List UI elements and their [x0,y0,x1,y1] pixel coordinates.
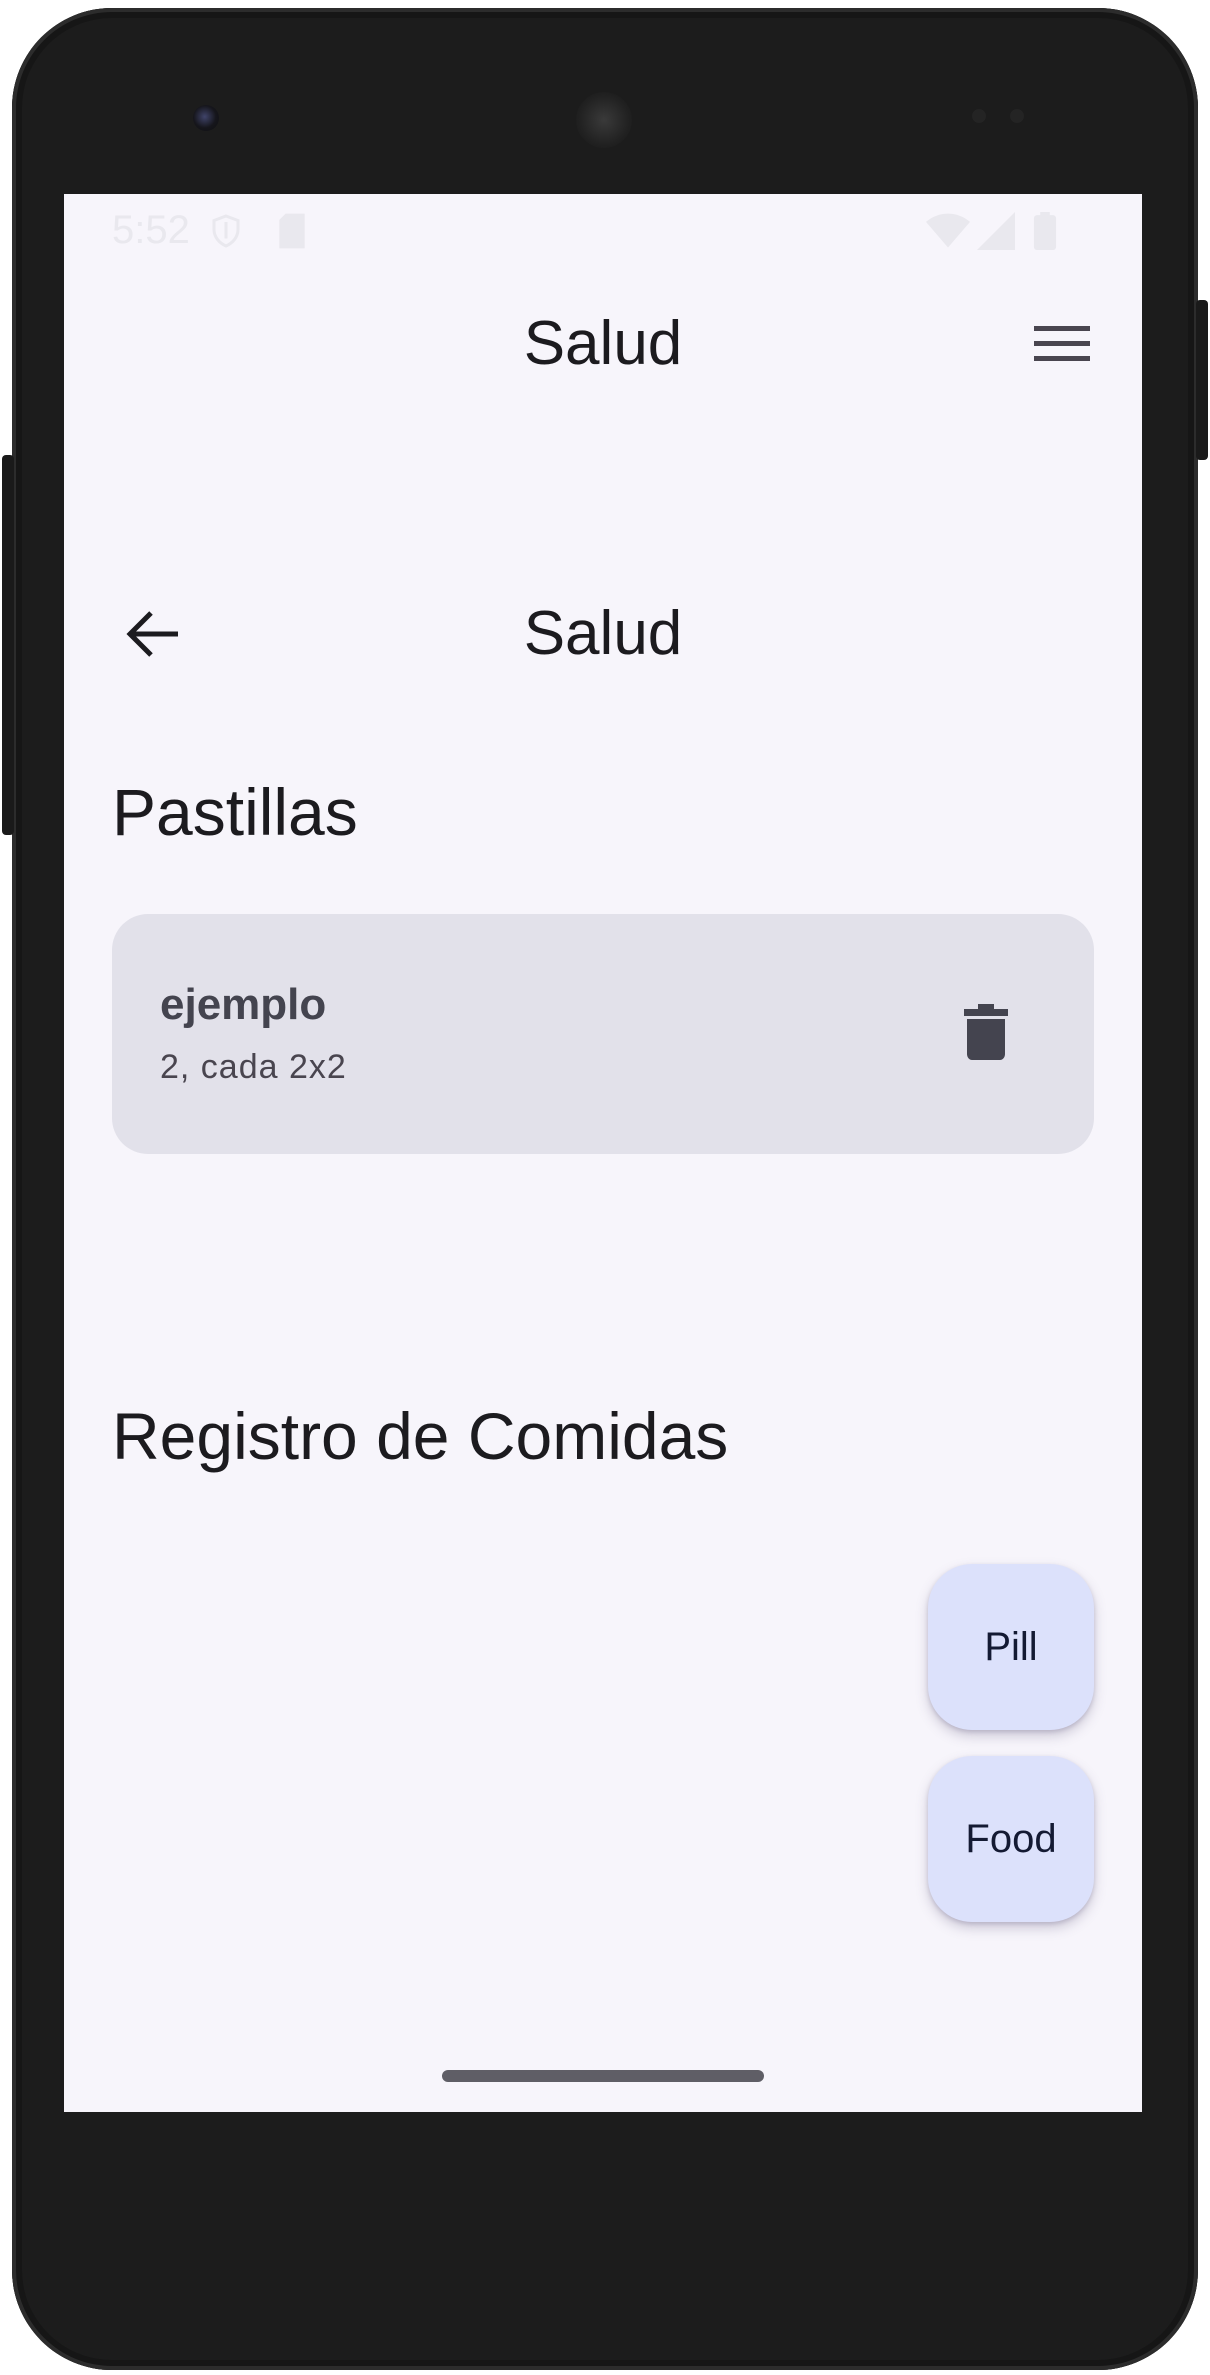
status-time: 5:52 [112,208,190,252]
shield-icon [208,212,244,255]
status-bar: 5:52 [64,194,1142,266]
menu-icon [1034,324,1090,369]
screen-header: Salud [64,574,1142,694]
trash-icon [964,1003,1008,1065]
proximity-sensor [972,109,986,123]
pill-name: ejemplo [160,980,327,1029]
app-screen: 5:52 Salud Salud Pastillas ejemplo 2, ca… [64,194,1142,2112]
volume-button [2,455,14,835]
power-button [1196,300,1208,460]
front-camera [193,105,219,131]
add-food-label: Food [965,1816,1057,1861]
back-button[interactable] [108,592,196,680]
add-food-button[interactable]: Food [928,1756,1094,1922]
pills-section-heading: Pastillas [112,775,358,849]
arrow-back-icon [124,609,180,664]
screen-title: Salud [523,599,683,668]
sd-card-icon [276,212,308,255]
battery-icon [1032,212,1058,255]
earpiece-speaker [576,92,632,148]
pill-dose: 2, cada 2x2 [160,1048,347,1086]
pill-card[interactable]: ejemplo 2, cada 2x2 [112,914,1094,1154]
cell-signal-icon [976,212,1016,255]
top-app-bar: Salud [64,266,1142,406]
add-pill-button[interactable]: Pill [928,1564,1094,1730]
gesture-navigation-bar[interactable] [442,2070,764,2082]
wifi-icon [926,212,970,255]
app-title: Salud [523,309,683,378]
add-pill-label: Pill [984,1624,1038,1669]
light-sensor [1010,109,1024,123]
food-section-heading: Registro de Comidas [112,1399,729,1473]
menu-button[interactable] [1022,306,1102,386]
delete-pill-button[interactable] [950,998,1022,1070]
